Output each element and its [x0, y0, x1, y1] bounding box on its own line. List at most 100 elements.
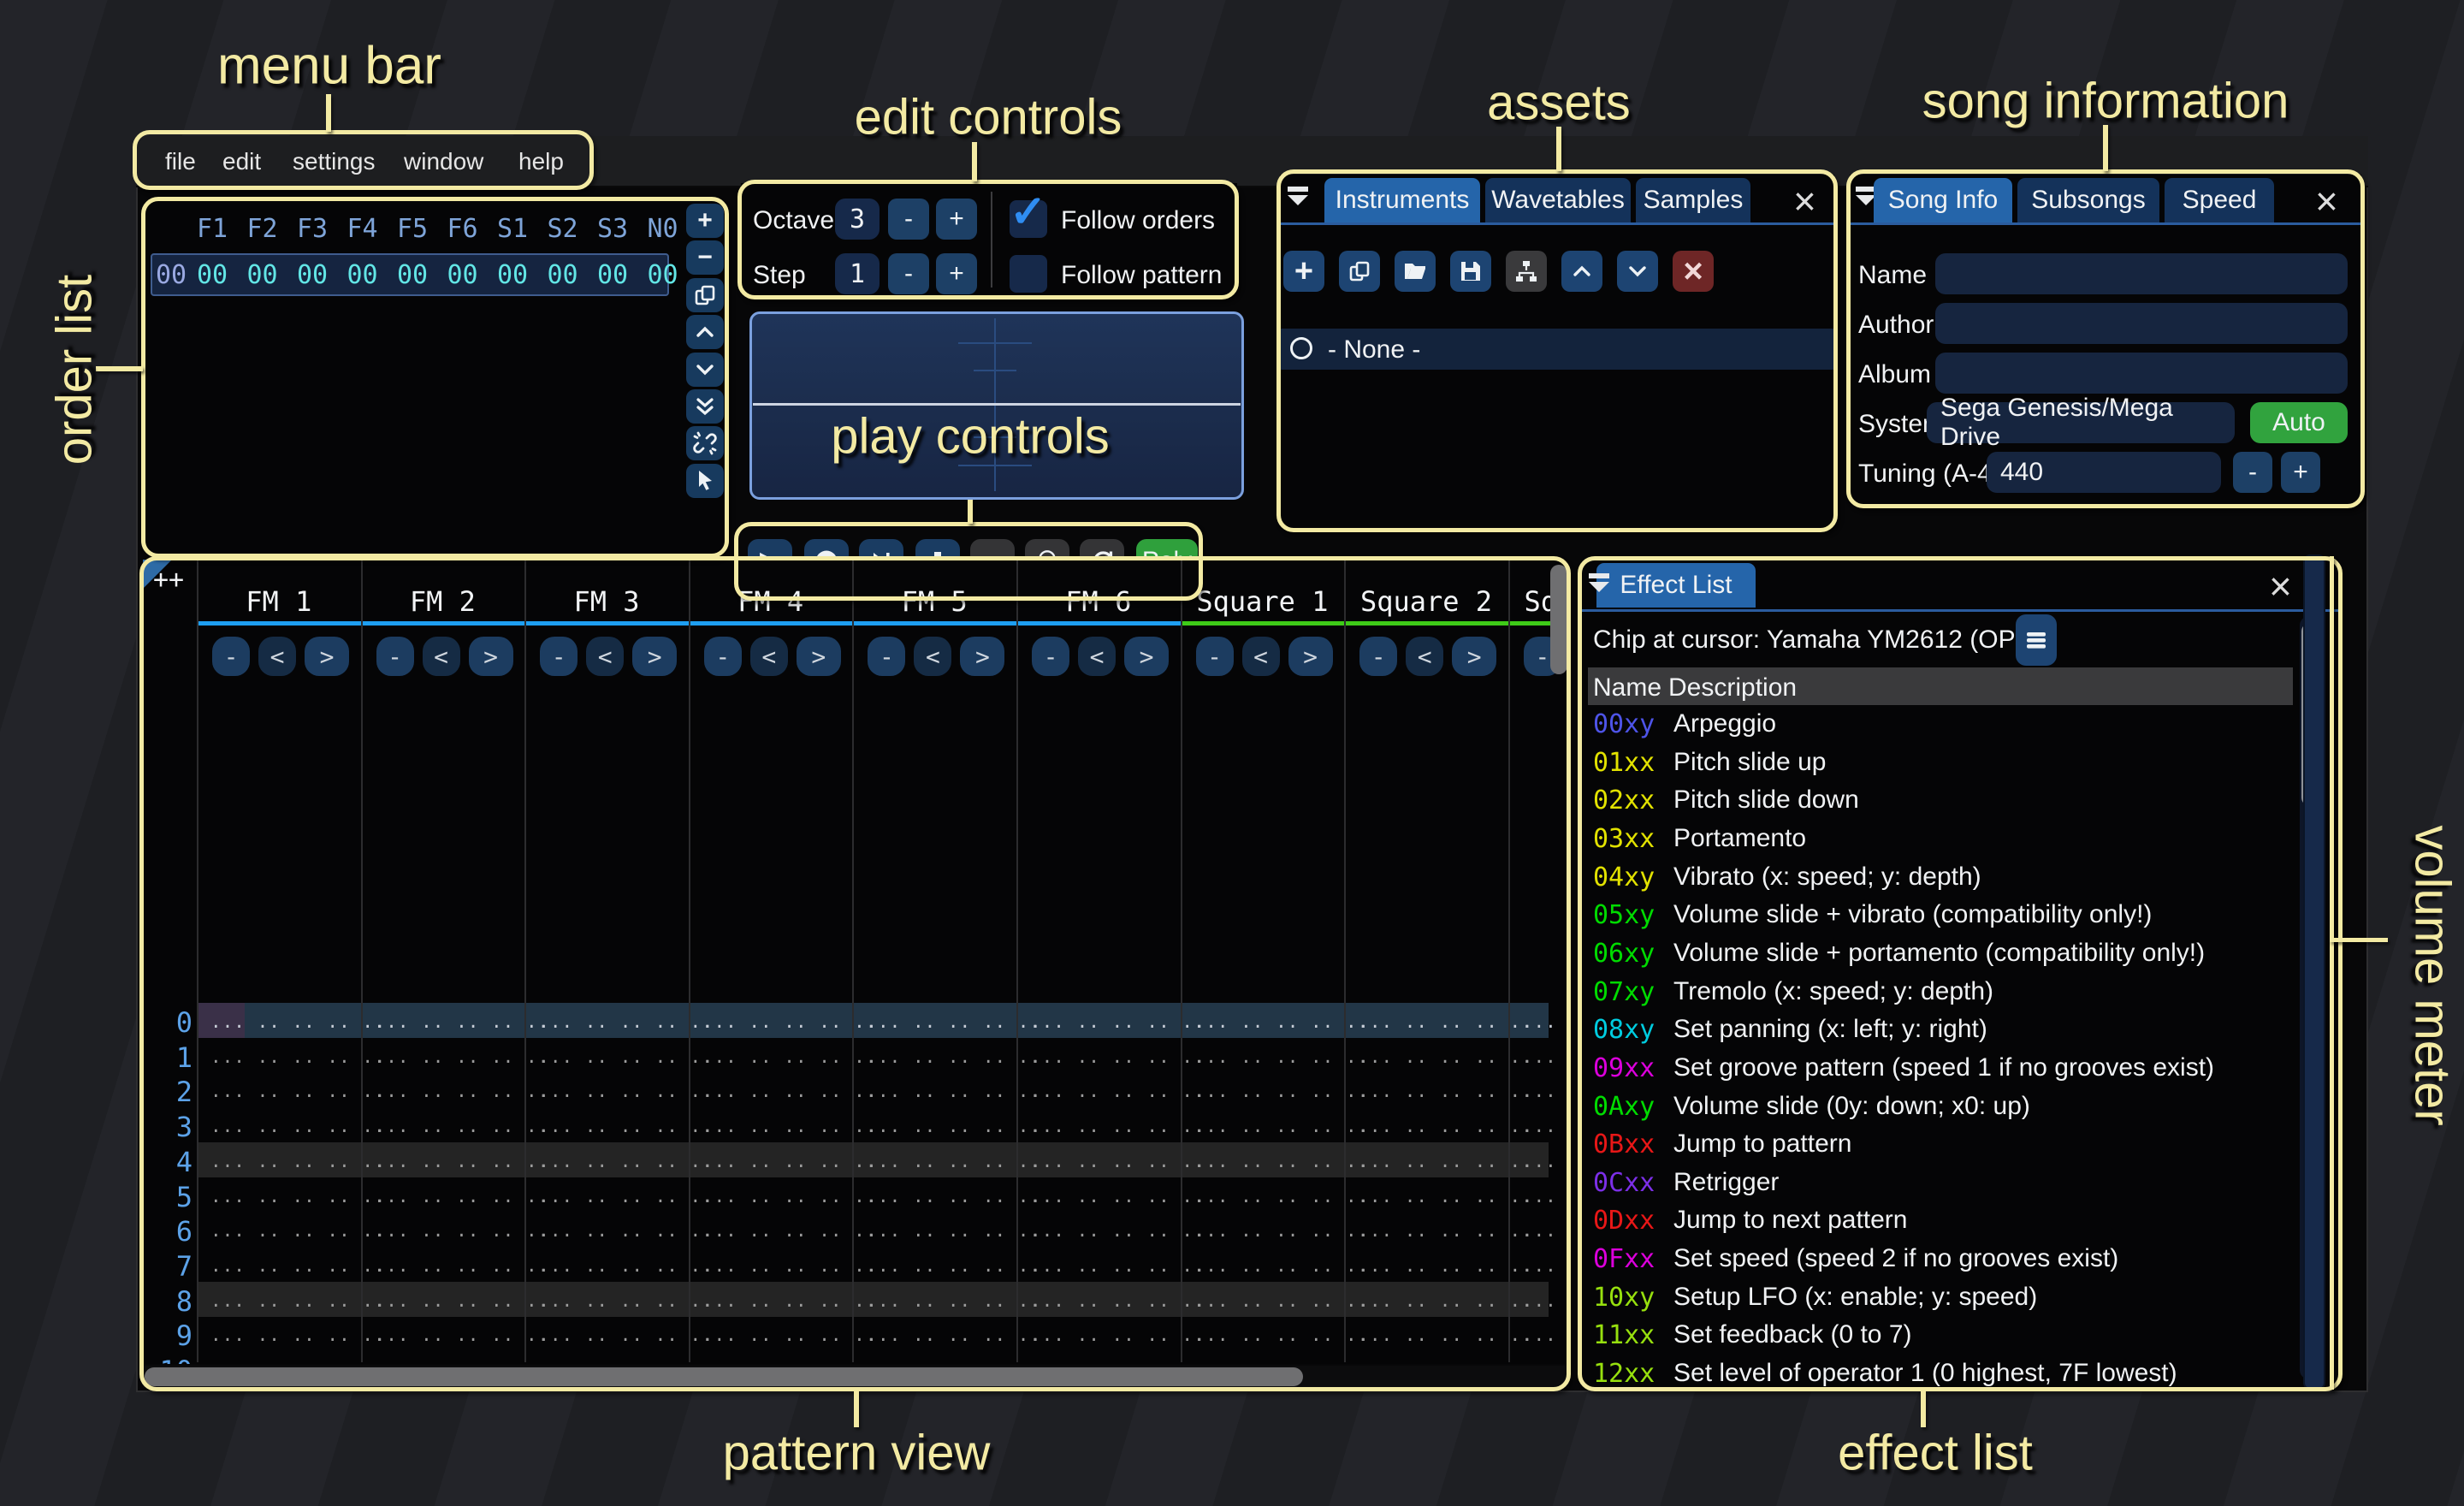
pattern-cell[interactable]: ... .. .. .. .. — [1522, 1011, 1569, 1032]
pattern-cell[interactable]: ... .. .. .. .. — [1522, 1081, 1569, 1101]
pattern-cell[interactable]: ... .. .. .. .. — [1358, 1151, 1533, 1171]
menu-item-file[interactable]: file — [165, 137, 196, 187]
order-cell[interactable]: 00 — [488, 260, 537, 290]
pattern-cell[interactable]: ... .. .. .. .. — [538, 1011, 714, 1032]
pattern-cell[interactable]: ... .. .. .. .. — [210, 1116, 386, 1136]
pattern-cell[interactable]: ... .. .. .. .. — [210, 1151, 386, 1171]
channel-shrink-button[interactable]: < — [586, 637, 624, 676]
pattern-cell[interactable]: ... .. .. .. .. — [1194, 1116, 1370, 1136]
pattern-cell[interactable]: ... .. .. .. .. — [1194, 1151, 1370, 1171]
pattern-cell[interactable]: ... .. .. .. .. — [866, 1116, 1041, 1136]
effect-list-close-icon[interactable]: × — [2269, 566, 2292, 606]
pattern-cell[interactable]: ... .. .. .. .. — [1194, 1046, 1370, 1067]
channel-shrink-button[interactable]: < — [914, 637, 951, 676]
channel-collapse-button[interactable]: - — [540, 637, 578, 676]
pattern-cell[interactable]: ... .. .. .. .. — [1358, 1255, 1533, 1276]
pattern-cell[interactable]: ... .. .. .. .. — [538, 1255, 714, 1276]
channel-shrink-button[interactable]: < — [1078, 637, 1116, 676]
pattern-cell[interactable]: ... .. .. .. .. — [1030, 1255, 1205, 1276]
pattern-cell[interactable]: ... .. .. .. .. — [375, 1186, 550, 1207]
pattern-hscrollbar-thumb[interactable] — [145, 1367, 1303, 1386]
pattern-cell[interactable]: ... .. .. .. .. — [538, 1325, 714, 1345]
pattern-cell[interactable]: ... .. .. .. .. — [1194, 1011, 1370, 1032]
pattern-cell[interactable]: ... .. .. .. .. — [866, 1046, 1041, 1067]
pattern-cell[interactable]: ... .. .. .. .. — [1194, 1186, 1370, 1207]
pattern-cell[interactable]: ... .. .. .. .. — [210, 1081, 386, 1101]
tab-subsongs[interactable]: Subsongs — [2017, 178, 2159, 222]
order-add-button[interactable]: + — [686, 204, 724, 238]
pattern-cell[interactable]: ... .. .. .. .. — [1358, 1290, 1533, 1311]
pattern-cell[interactable]: ... .. .. .. .. — [1522, 1151, 1569, 1171]
pattern-cell[interactable]: ... .. .. .. .. — [375, 1151, 550, 1171]
pattern-corner-button[interactable]: ++ — [153, 565, 184, 595]
pattern-cell[interactable]: ... .. .. .. .. — [538, 1081, 714, 1101]
assets-save-button[interactable] — [1450, 251, 1491, 292]
pattern-cell[interactable]: ... .. .. .. .. — [866, 1325, 1041, 1345]
pattern-cell[interactable]: ... .. .. .. .. — [210, 1220, 386, 1241]
channel-header-square-2[interactable]: Square 2 — [1360, 585, 1492, 618]
pattern-cell[interactable]: ... .. .. .. .. — [866, 1186, 1041, 1207]
pattern-cell[interactable]: ... .. .. .. .. — [210, 1046, 386, 1067]
channel-header-square-1[interactable]: Square 1 — [1196, 585, 1328, 618]
system-field[interactable]: Sega Genesis/Mega Drive — [1927, 402, 2235, 443]
octave-minus-button[interactable]: - — [888, 199, 929, 240]
channel-collapse-button[interactable]: - — [376, 637, 414, 676]
pattern-cell[interactable]: ... .. .. .. .. — [866, 1290, 1041, 1311]
pattern-cell[interactable]: ... .. .. .. .. — [1522, 1220, 1569, 1241]
pattern-cell[interactable]: ... .. .. .. .. — [1522, 1046, 1569, 1067]
auto-button[interactable]: Auto — [2250, 402, 2348, 443]
channel-expand-button[interactable]: > — [1452, 637, 1496, 676]
channel-header-fm-4[interactable]: FM 4 — [737, 585, 803, 618]
pattern-cell[interactable]: ... .. .. .. .. — [1522, 1325, 1569, 1345]
step-plus-button[interactable]: + — [936, 253, 977, 294]
tab-wavetables[interactable]: Wavetables — [1485, 178, 1631, 222]
order-cell[interactable]: 00 — [588, 260, 637, 290]
pattern-cell[interactable]: ... .. .. .. .. — [375, 1220, 550, 1241]
channel-shrink-button[interactable]: < — [258, 637, 296, 676]
pattern-cell[interactable]: ... .. .. .. .. — [538, 1116, 714, 1136]
pattern-cell[interactable]: ... .. .. .. .. — [210, 1360, 386, 1364]
assets-delete-button[interactable]: × — [1673, 251, 1714, 292]
menu-item-edit[interactable]: edit — [222, 137, 261, 187]
pattern-cell[interactable]: ... .. .. .. .. — [1522, 1116, 1569, 1136]
octave-plus-button[interactable]: + — [936, 199, 977, 240]
pattern-cell[interactable]: ... .. .. .. .. — [866, 1360, 1041, 1364]
pattern-cell[interactable]: ... .. .. .. .. — [866, 1255, 1041, 1276]
pattern-cell[interactable]: ... .. .. .. .. — [1358, 1220, 1533, 1241]
order-cell[interactable]: 00 — [338, 260, 388, 290]
assets-add-button[interactable]: + — [1283, 251, 1324, 292]
channel-expand-button[interactable]: > — [305, 637, 349, 676]
channel-shrink-button[interactable]: < — [750, 637, 788, 676]
channel-collapse-button[interactable]: - — [704, 637, 742, 676]
asset-item-none[interactable]: - None - — [1328, 335, 1420, 365]
order-cell[interactable]: 00 — [287, 260, 337, 290]
channel-header-fm-1[interactable]: FM 1 — [246, 585, 311, 618]
pattern-cell[interactable]: ... .. .. .. .. — [1030, 1325, 1205, 1345]
pattern-cell[interactable]: ... .. .. .. .. — [538, 1046, 714, 1067]
pattern-cell[interactable]: ... .. .. .. .. — [1030, 1151, 1205, 1171]
pattern-cell[interactable]: ... .. .. .. .. — [866, 1081, 1041, 1101]
order-move-down-button[interactable] — [686, 353, 724, 387]
order-move-up-button[interactable] — [686, 315, 724, 349]
assets-tree-button[interactable] — [1506, 251, 1547, 292]
pattern-cell[interactable]: ... .. .. .. .. — [702, 1360, 878, 1364]
pattern-cell[interactable]: ... .. .. .. .. — [866, 1151, 1041, 1171]
channel-header-fm-5[interactable]: FM 5 — [902, 585, 968, 618]
order-cell[interactable]: 00 — [538, 260, 588, 290]
order-cell[interactable]: 00 — [438, 260, 488, 290]
step-value[interactable]: 1 — [835, 253, 880, 294]
pattern-cell[interactable]: ... .. .. .. .. — [375, 1081, 550, 1101]
assets-open-folder-button[interactable] — [1395, 251, 1436, 292]
channel-header-fm-2[interactable]: FM 2 — [410, 585, 476, 618]
pattern-cell[interactable]: ... .. .. .. .. — [538, 1186, 714, 1207]
pattern-cell[interactable]: ... .. .. .. .. — [702, 1011, 878, 1032]
pattern-cell[interactable]: ... .. .. .. .. — [1358, 1011, 1533, 1032]
pattern-cell[interactable]: ... .. .. .. .. — [538, 1220, 714, 1241]
pattern-cell[interactable]: ... .. .. .. .. — [375, 1325, 550, 1345]
pattern-cell[interactable]: ... .. .. .. .. — [375, 1255, 550, 1276]
assets-collapse[interactable] — [1285, 185, 1311, 209]
channel-header-fm-6[interactable]: FM 6 — [1065, 585, 1131, 618]
order-deep-clone-button[interactable] — [686, 426, 724, 460]
channel-expand-button[interactable]: > — [797, 637, 841, 676]
pattern-cell[interactable]: ... .. .. .. .. — [1030, 1360, 1205, 1364]
